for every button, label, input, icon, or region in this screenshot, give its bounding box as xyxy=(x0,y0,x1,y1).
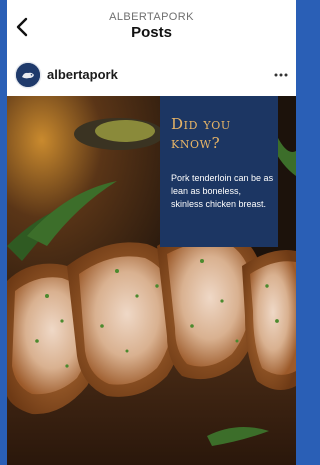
header-account-name: ALBERTAPORK xyxy=(109,11,194,23)
post-header: albertapork xyxy=(7,54,296,96)
top-navigation-bar: ALBERTAPORK Posts xyxy=(7,0,296,54)
page-title: Posts xyxy=(131,24,172,41)
albertapork-logo-icon xyxy=(16,63,40,87)
card-heading: Did you know? xyxy=(171,115,231,152)
did-you-know-card: Did you know? Pork tenderloin can be as … xyxy=(160,96,278,247)
more-options-button[interactable] xyxy=(272,67,290,83)
header-titles: ALBERTAPORK Posts xyxy=(7,11,296,41)
ellipsis-horizontal-icon xyxy=(274,73,288,77)
phone-screen: ALBERTAPORK Posts albertapork Did you kn… xyxy=(7,0,296,465)
post-image[interactable]: Did you know? Pork tenderloin can be as … xyxy=(7,96,296,465)
card-body-text: Pork tenderloin can be as lean as bonele… xyxy=(171,173,274,209)
avatar[interactable] xyxy=(16,63,40,87)
post-username[interactable]: albertapork xyxy=(47,67,118,82)
